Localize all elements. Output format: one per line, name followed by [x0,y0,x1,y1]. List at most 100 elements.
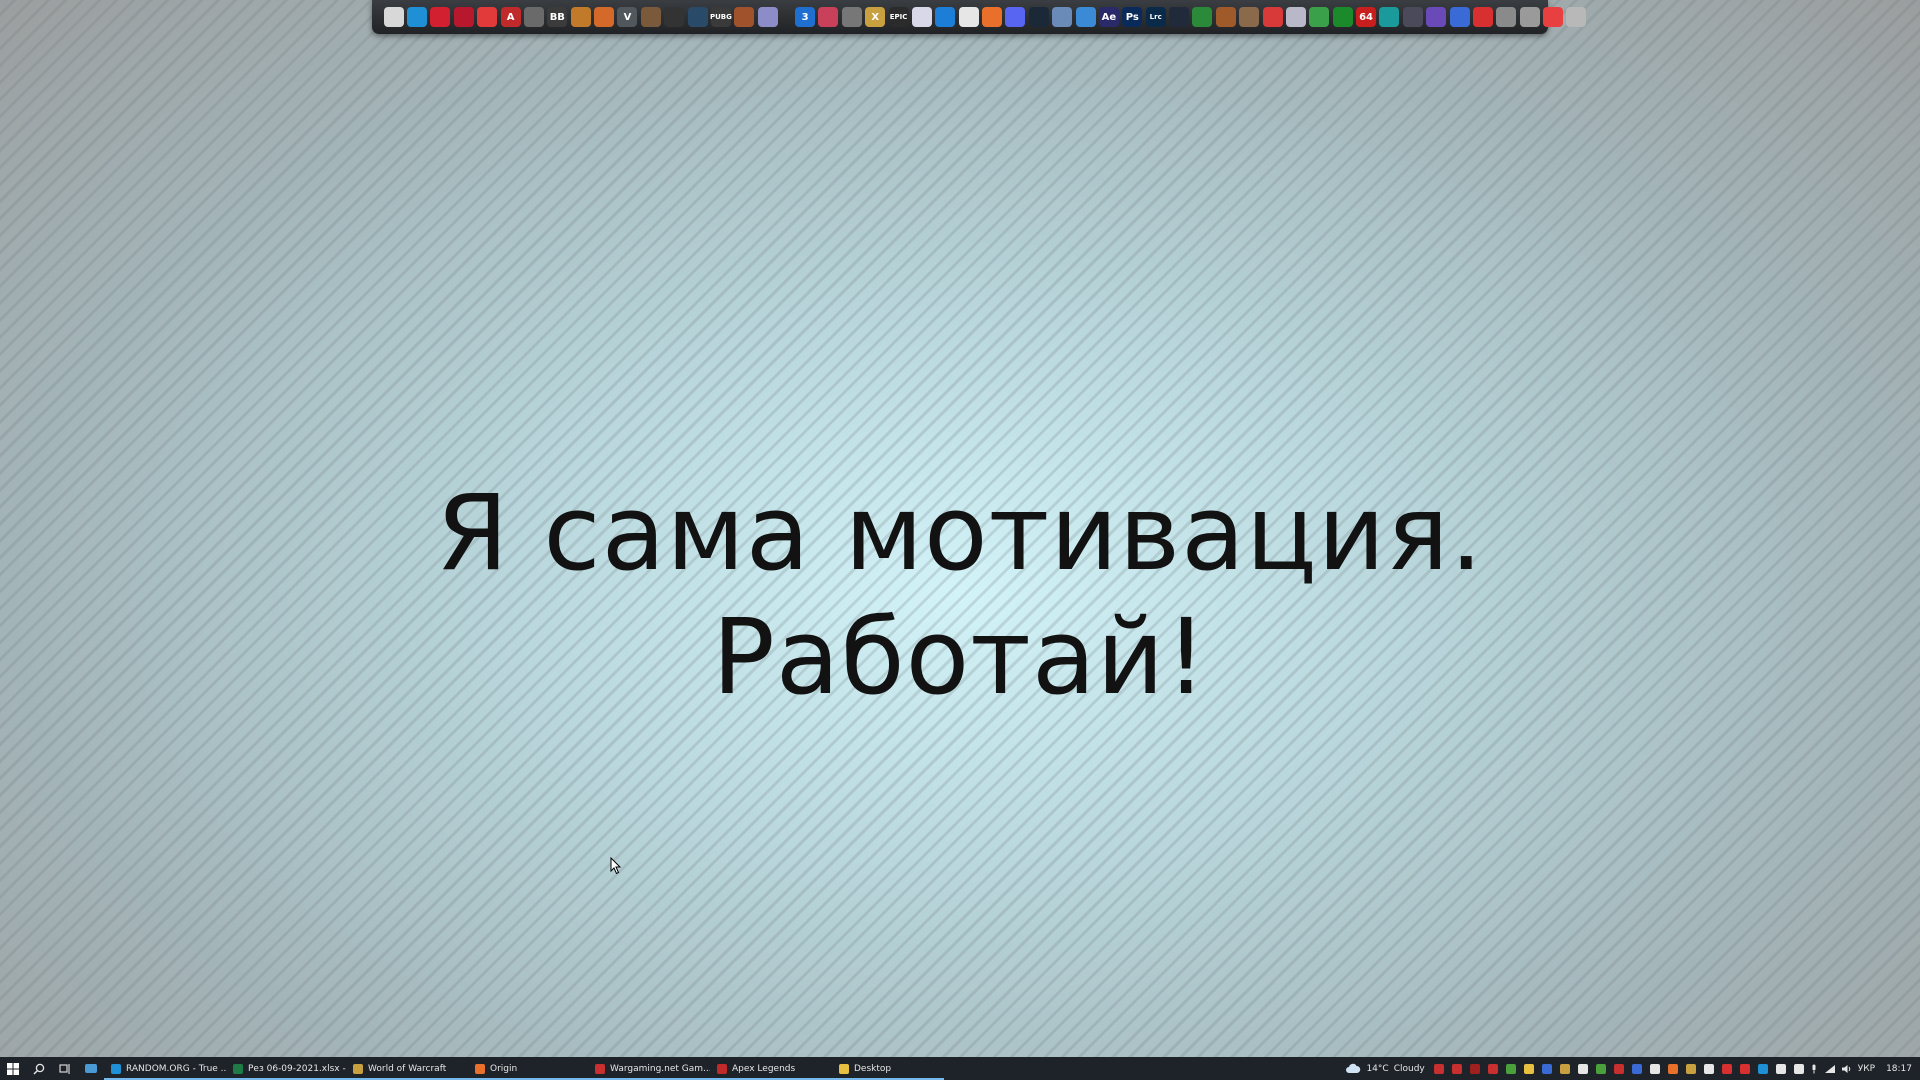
taskbar-app-random-org-icon [111,1063,121,1074]
discord-icon[interactable] [1005,7,1026,27]
search-button[interactable] [26,1057,52,1080]
steam-icon[interactable] [1028,7,1049,27]
app-x-icon[interactable]: X [865,7,886,27]
app-red-sq-icon[interactable] [1543,7,1564,27]
tray-app-icon[interactable] [1739,1063,1750,1074]
game-icon-1[interactable] [523,7,544,27]
photoshop-icon[interactable]: Ps [1122,7,1143,27]
taskbar-app-wargaming[interactable]: Wargaming.net Gam... [588,1057,710,1080]
app-teal-icon[interactable] [1379,7,1400,27]
taskbar-app-origin[interactable]: Origin [468,1057,588,1080]
app-red-circle-icon[interactable] [1262,7,1283,27]
tray-app-icon[interactable] [1793,1063,1804,1074]
tray-app-icon[interactable] [1721,1063,1732,1074]
tray-app-icon[interactable] [1559,1063,1570,1074]
tray-app-icon[interactable] [1487,1063,1498,1074]
app-bolt-icon[interactable] [1472,7,1493,27]
lightroom-icon[interactable]: Lrc [1145,7,1166,27]
volume-icon[interactable] [1841,1064,1853,1074]
taskbar-app-apex[interactable]: Apex Legends [710,1057,832,1080]
pinned-app-button[interactable] [78,1057,104,1080]
app-device-icon[interactable] [1496,7,1517,27]
weather-temp[interactable]: 14°C [1366,1064,1388,1074]
app-3-icon[interactable]: 3 [795,7,816,27]
app-purple-icon[interactable] [1426,7,1447,27]
system-tray: 14°C Cloudy УКР 18:17 [1345,1057,1920,1080]
pubg-icon[interactable]: PUBG [710,7,732,27]
taskbar-app-excel[interactable]: Рез 06-09-2021.xlsx - ... [226,1057,346,1080]
task-view-button[interactable] [52,1057,78,1080]
app-cash-icon[interactable] [1309,7,1330,27]
recycle-bin-icon[interactable] [1566,7,1587,27]
start-button[interactable] [0,1057,26,1080]
app-gear-icon[interactable] [841,7,862,27]
valorant-icon[interactable]: V [617,7,638,27]
apex-legends-icon[interactable]: A [500,7,521,27]
tray-app-icon[interactable] [1523,1063,1534,1074]
tray-app-icon[interactable] [1613,1063,1624,1074]
tray-app-icon[interactable] [1451,1063,1462,1074]
app-monitor-icon[interactable] [1449,7,1470,27]
taskbar-app-random-org[interactable]: RANDOM.ORG - True ... [104,1057,226,1080]
network-icon[interactable] [1824,1064,1836,1074]
origin-icon[interactable] [982,7,1003,27]
tray-app-icon[interactable] [1685,1063,1696,1074]
tray-app-icon[interactable] [1703,1063,1714,1074]
opera-icon[interactable] [430,7,451,27]
app-camera-icon[interactable] [818,7,839,27]
taskbar-app-wow-label: World of Warcraft [368,1063,447,1074]
tray-app-icon[interactable] [1667,1063,1678,1074]
windows-logo-icon [7,1062,19,1075]
app-tools-icon[interactable] [1215,7,1236,27]
tray-app-icon[interactable] [1541,1063,1552,1074]
opera-gx-icon[interactable] [453,7,474,27]
game-icon-6[interactable] [687,7,708,27]
tray-app-icon[interactable] [1757,1063,1768,1074]
game-icon-7[interactable] [734,7,755,27]
game-icon-4[interactable] [640,7,661,27]
microphone-icon[interactable] [1809,1064,1819,1074]
vivaldi-icon[interactable] [477,7,498,27]
tray-app-icon[interactable] [1505,1063,1516,1074]
tray-app-icon[interactable] [1631,1063,1642,1074]
cloud-icon[interactable] [1345,1063,1361,1074]
bb-icon[interactable]: BB [547,7,568,27]
after-effects-icon[interactable]: Ae [1098,7,1119,27]
battlenet-icon[interactable] [935,7,956,27]
file-explorer-icon[interactable] [383,7,404,27]
game-icon-8[interactable] [757,7,778,27]
app-puzzle-icon[interactable] [1239,7,1260,27]
game-icon-3[interactable] [594,7,615,27]
tray-app-icon[interactable] [1433,1063,1444,1074]
app-circle-icon[interactable] [1169,7,1190,27]
tray-app-icon[interactable] [1469,1063,1480,1074]
app-blue-icon[interactable] [1075,7,1096,27]
app-grid-icon[interactable] [1052,7,1073,27]
tray-app-icon[interactable] [1649,1063,1660,1074]
edge-icon[interactable] [407,7,428,27]
ubisoft-icon[interactable] [911,7,932,27]
tray-app-icon[interactable] [1595,1063,1606,1074]
app-64-icon[interactable]: 64 [1356,7,1377,27]
taskbar-app-excel-label: Рез 06-09-2021.xlsx - ... [248,1063,346,1074]
taskbar-apps: RANDOM.ORG - True ... Рез 06-09-2021.xlsx… [104,1057,944,1080]
taskbar-app-random-org-label: RANDOM.ORG - True ... [126,1063,226,1074]
game-icon-2[interactable] [570,7,591,27]
app-cloud-icon[interactable] [1519,7,1540,27]
language-indicator[interactable]: УКР [1858,1064,1875,1074]
app-ball-icon[interactable] [1285,7,1306,27]
epic-games-icon[interactable]: EPIC [888,7,909,27]
app-plus-icon[interactable] [958,7,979,27]
tray-app-icon[interactable] [1775,1063,1786,1074]
taskbar-app-wow[interactable]: World of Warcraft [346,1057,468,1080]
tray-app-icon[interactable] [1577,1063,1588,1074]
taskbar-app-desktop[interactable]: Desktop [832,1057,944,1080]
weather-desc[interactable]: Cloudy [1394,1064,1425,1074]
app-green-icon[interactable] [1192,7,1213,27]
taskbar-app-wargaming-icon [595,1063,605,1074]
app-dark-icon[interactable] [1402,7,1423,27]
game-icon-5[interactable] [664,7,685,27]
wallpaper-text-line2: Работай! [712,596,1208,718]
xbox-icon[interactable] [1332,7,1353,27]
clock-time[interactable]: 18:17 [1886,1064,1912,1074]
